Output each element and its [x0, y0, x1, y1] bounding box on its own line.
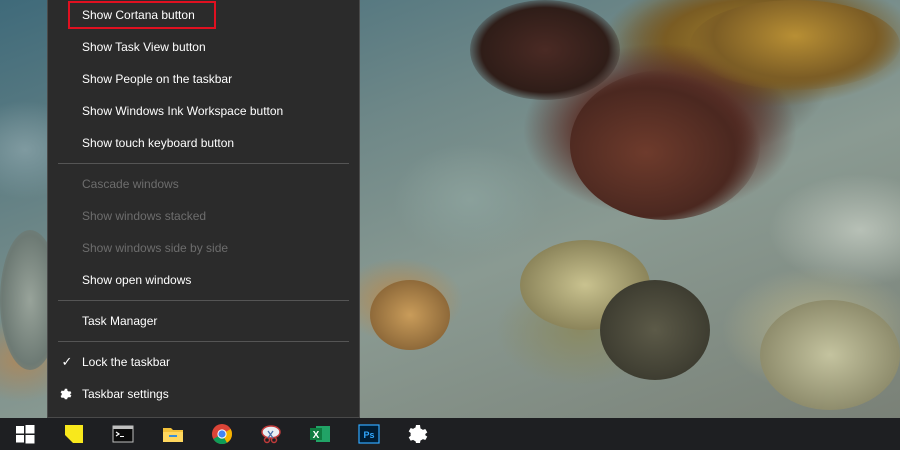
settings-gear-icon[interactable] [406, 422, 430, 446]
windows-start-icon[interactable] [13, 422, 37, 446]
taskbar-context-menu: Show Cortana button Show Task View butto… [47, 0, 360, 418]
menu-separator [58, 300, 349, 301]
menu-item-label: Show windows side by side [82, 241, 229, 255]
menu-item-show-touch-keyboard[interactable]: Show touch keyboard button [48, 129, 359, 157]
sticky-notes-icon[interactable] [62, 422, 86, 446]
menu-item-show-windows-ink[interactable]: Show Windows Ink Workspace button [48, 97, 359, 125]
command-prompt-icon[interactable] [111, 422, 135, 446]
menu-item-label: Task Manager [82, 314, 158, 328]
snipping-tool-icon[interactable] [259, 422, 283, 446]
menu-item-label: Show windows stacked [82, 209, 207, 223]
menu-item-label: Show People on the taskbar [82, 72, 233, 86]
menu-item-label: Show Windows Ink Workspace button [82, 104, 284, 118]
excel-icon[interactable]: X [308, 422, 332, 446]
menu-item-show-task-view-button[interactable]: Show Task View button [48, 33, 359, 61]
menu-item-show-open-windows[interactable]: Show open windows [48, 266, 359, 294]
menu-item-label: Show open windows [82, 273, 192, 287]
menu-item-label: Show Cortana button [82, 8, 195, 22]
file-explorer-icon[interactable] [161, 422, 185, 446]
menu-item-show-cortana-button[interactable]: Show Cortana button [48, 1, 359, 29]
menu-item-task-manager[interactable]: Task Manager [48, 307, 359, 335]
menu-item-cascade-windows: Cascade windows [48, 170, 359, 198]
menu-item-label: Show Task View button [82, 40, 206, 54]
menu-item-label: Cascade windows [82, 177, 179, 191]
menu-item-show-people[interactable]: Show People on the taskbar [48, 65, 359, 93]
gear-icon [60, 388, 72, 400]
menu-item-taskbar-settings[interactable]: Taskbar settings [48, 380, 359, 408]
taskbar: X Ps [0, 418, 900, 450]
checkmark-icon: ✓ [61, 354, 73, 369]
photoshop-letters: Ps [363, 430, 374, 440]
menu-item-show-windows-side-by-side: Show windows side by side [48, 234, 359, 262]
menu-item-label: Lock the taskbar [82, 355, 171, 369]
menu-separator [58, 163, 349, 164]
chrome-icon[interactable] [210, 422, 234, 446]
menu-item-label: Show touch keyboard button [82, 136, 235, 150]
menu-item-label: Taskbar settings [82, 387, 169, 401]
menu-separator [58, 341, 349, 342]
photoshop-icon[interactable]: Ps [357, 422, 381, 446]
menu-item-lock-the-taskbar[interactable]: ✓ Lock the taskbar [48, 348, 359, 376]
excel-letter: X [313, 430, 320, 441]
menu-item-show-windows-stacked: Show windows stacked [48, 202, 359, 230]
